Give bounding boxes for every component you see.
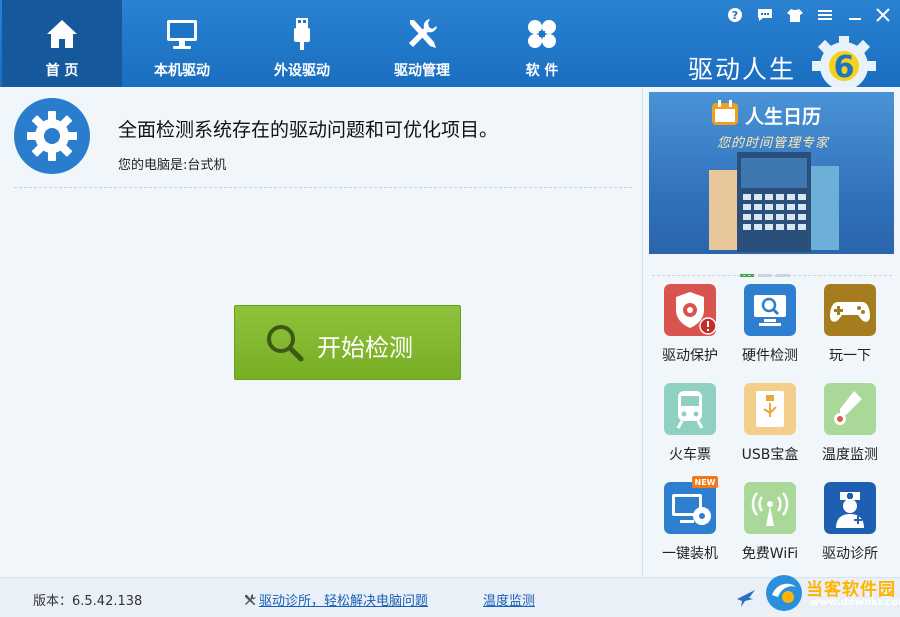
start-scan-button[interactable]: 开始检测: [234, 305, 461, 380]
tool-hardware-check[interactable]: 硬件检测: [730, 284, 810, 376]
watermark-url: www.downkr.com: [810, 597, 900, 608]
tab-home[interactable]: 首 页: [2, 0, 122, 87]
tool-label: 火车票: [669, 447, 711, 463]
help-icon[interactable]: ?: [726, 7, 744, 23]
thermometer-icon: [824, 383, 876, 435]
gamepad-icon: [824, 284, 876, 336]
shield-gear-icon: [664, 284, 716, 336]
settings-gear-icon: [14, 98, 90, 174]
tool-train-tickets[interactable]: 火车票: [650, 383, 730, 475]
brand-logo-gear-icon: 6: [812, 36, 876, 90]
brand-logo-number: 6: [834, 50, 855, 85]
site-watermark: 当客软件园 www.downkr.com: [764, 571, 900, 617]
tab-driver-management[interactable]: 驱动管理: [362, 0, 482, 87]
driver-clinic-link[interactable]: 驱动诊所，轻松解决电脑问题: [243, 590, 428, 609]
svg-text:NEW: NEW: [695, 478, 716, 487]
svg-text:?: ?: [732, 9, 738, 22]
bird-icon[interactable]: [735, 587, 757, 609]
tab-local-drivers-label: 本机驱动: [154, 63, 210, 79]
start-scan-label: 开始检测: [317, 334, 413, 362]
scan-headline: 全面检测系统存在的驱动问题和可优化项目。: [118, 119, 499, 141]
tab-software-label: 软 件: [525, 63, 559, 79]
calendar-icon: [712, 100, 738, 125]
banner-subtitle: 您的时间管理专家: [717, 136, 830, 151]
version-text: 版本：6.5.42.138: [33, 594, 143, 609]
tool-label: 玩一下: [829, 348, 871, 364]
menu-icon[interactable]: [816, 7, 834, 23]
pc-type-text: 您的电脑是:台式机: [118, 158, 227, 173]
brand-title: 驱动人生: [688, 55, 797, 84]
tab-peripheral-drivers-label: 外设驱动: [274, 63, 330, 79]
calendar-app-screenshots: [709, 152, 839, 252]
banner-title: 人生日历: [745, 106, 822, 128]
feedback-icon[interactable]: [756, 7, 774, 23]
tool-temperature[interactable]: 温度监测: [810, 383, 890, 475]
tab-local-drivers[interactable]: 本机驱动: [122, 0, 242, 87]
apps-icon: [528, 20, 556, 48]
tool-label: 驱动保护: [662, 348, 718, 364]
right-panel: 人生日历 您的时间管理专家 驱动保护 硬件检测 玩一下 火车票 USB宝盒 温度…: [644, 87, 900, 577]
doctor-icon: [824, 482, 876, 534]
tool-label: 一键装机: [662, 546, 718, 562]
tab-driver-management-label: 驱动管理: [394, 63, 450, 79]
tool-one-click-install[interactable]: NEW 一键装机: [650, 476, 730, 574]
tools-icon: [409, 19, 437, 48]
skin-icon[interactable]: [786, 7, 804, 23]
driver-clinic-link-text: 驱动诊所，轻松解决电脑问题: [259, 594, 429, 609]
main-panel: 全面检测系统存在的驱动问题和可优化项目。 您的电脑是:台式机 开始检测: [0, 87, 643, 577]
right-divider: [652, 275, 892, 276]
wrench-icon: [245, 594, 256, 605]
search-icon: [267, 325, 304, 362]
home-icon: [47, 20, 77, 48]
new-badge: NEW: [692, 476, 718, 488]
tab-home-label: 首 页: [45, 63, 79, 79]
close-icon[interactable]: [874, 7, 892, 23]
tool-free-wifi[interactable]: 免费WiFi: [730, 482, 810, 574]
install-disc-icon: [664, 482, 716, 534]
divider: [14, 187, 632, 188]
tab-peripheral-drivers[interactable]: 外设驱动: [242, 0, 362, 87]
tool-label: 驱动诊所: [822, 546, 878, 562]
tool-driver-clinic[interactable]: 驱动诊所: [810, 482, 890, 574]
tool-label: 硬件检测: [742, 348, 798, 364]
tool-label: 温度监测: [822, 447, 878, 463]
temperature-link[interactable]: 温度监测: [483, 590, 535, 609]
calendar-ad-banner[interactable]: 人生日历 您的时间管理专家: [649, 92, 894, 254]
minimize-icon[interactable]: [846, 7, 864, 23]
tab-software[interactable]: 软 件: [482, 0, 602, 87]
tool-usb-box[interactable]: USB宝盒: [730, 383, 810, 475]
tool-driver-protect[interactable]: 驱动保护: [650, 284, 730, 376]
usb-icon: [294, 18, 310, 50]
usb-box-icon: [744, 383, 796, 435]
monitor-icon: [167, 20, 197, 49]
hardware-monitor-icon: [744, 284, 796, 336]
watermark-logo-icon: [766, 575, 802, 611]
status-bar: 版本：6.5.42.138 驱动诊所，轻松解决电脑问题 温度监测 当客软件园 w…: [0, 575, 900, 617]
wifi-antenna-icon: [744, 482, 796, 534]
top-bar: 首 页 本机驱动 外设驱动 驱动管理 软 件 ? 驱动人生 6: [0, 0, 900, 90]
tool-label: 免费WiFi: [741, 546, 799, 562]
banner-pager[interactable]: [740, 262, 794, 281]
tool-label: USB宝盒: [741, 447, 799, 463]
tool-play-games[interactable]: 玩一下: [810, 284, 890, 376]
train-icon: [664, 383, 716, 435]
